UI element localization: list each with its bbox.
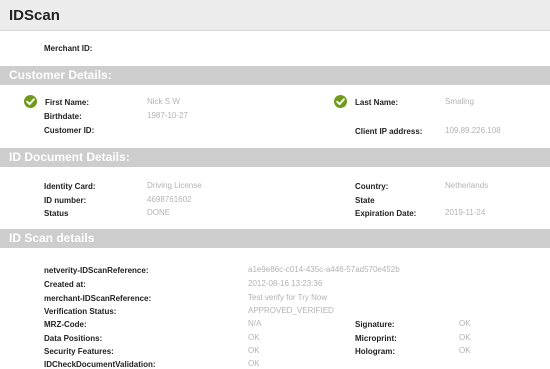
- idcheck-validation-label: IDCheckDocumentValidation:: [44, 360, 156, 369]
- created-at-label: Created at:: [44, 280, 86, 289]
- data-positions-value: OK: [248, 333, 260, 342]
- mrz-code-label: MRZ-Code:: [44, 320, 87, 329]
- merchant-id-label: Merchant ID:: [44, 44, 93, 53]
- header-bar: IDScan: [0, 0, 550, 31]
- check-circle-icon: [24, 95, 37, 108]
- microprint-value: OK: [459, 333, 471, 342]
- expiration-date-value: 2019-11-24: [445, 208, 486, 217]
- app-title: IDScan: [9, 7, 60, 24]
- client-ip-value: 109.89.226.108: [445, 126, 501, 135]
- last-name-label: Last Name:: [355, 98, 399, 107]
- security-features-label: Security Features:: [44, 347, 114, 356]
- first-name-value: Nick S W: [147, 97, 180, 106]
- merchant-reference-label: merchant-IDScanReference:: [44, 294, 152, 303]
- country-value: Netherlands: [445, 181, 489, 190]
- birthdate-label: Birthdate:: [44, 112, 82, 121]
- expiration-date-label: Expiration Date:: [355, 209, 417, 218]
- section-title: ID Scan details: [9, 231, 95, 245]
- check-circle-icon: [334, 95, 347, 108]
- section-title: ID Document Details:: [9, 150, 130, 164]
- section-title: Customer Details:: [9, 68, 112, 82]
- customer-id-label: Customer ID:: [44, 126, 95, 135]
- section-id-scan-details: ID Scan details: [0, 229, 550, 248]
- hologram-label: Hologram:: [355, 347, 395, 356]
- created-at-value: 2012-08-16 13:23:36: [248, 279, 323, 288]
- state-label: State: [355, 196, 375, 205]
- idcheck-validation-value: OK: [248, 359, 260, 368]
- status-label: Status: [44, 209, 69, 218]
- verification-status-label: Verification Status:: [44, 307, 117, 316]
- netverity-reference-label: netverity-IDScanReference:: [44, 266, 149, 275]
- verification-status-value: APPROVED_VERIFIED: [248, 306, 334, 315]
- security-features-value: OK: [248, 346, 260, 355]
- id-number-label: ID number:: [44, 196, 87, 205]
- last-name-value: Smaling: [445, 97, 474, 106]
- status-value: DONE: [147, 208, 171, 217]
- id-number-value: 4698761602: [147, 195, 192, 204]
- microprint-label: Microprint:: [355, 334, 397, 343]
- client-ip-label: Client IP address:: [355, 127, 423, 136]
- identity-card-label: Identity Card:: [44, 182, 96, 191]
- hologram-value: OK: [459, 346, 471, 355]
- section-customer-details: Customer Details:: [0, 66, 550, 85]
- birthdate-value: 1987-10-27: [147, 111, 188, 120]
- merchant-reference-value: Test verify for Try Now: [248, 293, 328, 302]
- data-positions-label: Data Positions:: [44, 334, 103, 343]
- first-name-label: First Name:: [45, 98, 90, 107]
- netverity-reference-value: a1e9e86c-c014-435c-a446-57ad570e452b: [248, 265, 400, 274]
- identity-card-value: Driving License: [147, 181, 202, 190]
- section-id-document-details: ID Document Details:: [0, 148, 550, 167]
- signature-label: Signature:: [355, 320, 395, 329]
- mrz-code-value: N/A: [248, 319, 262, 328]
- country-label: Country:: [355, 182, 389, 191]
- signature-value: OK: [459, 319, 471, 328]
